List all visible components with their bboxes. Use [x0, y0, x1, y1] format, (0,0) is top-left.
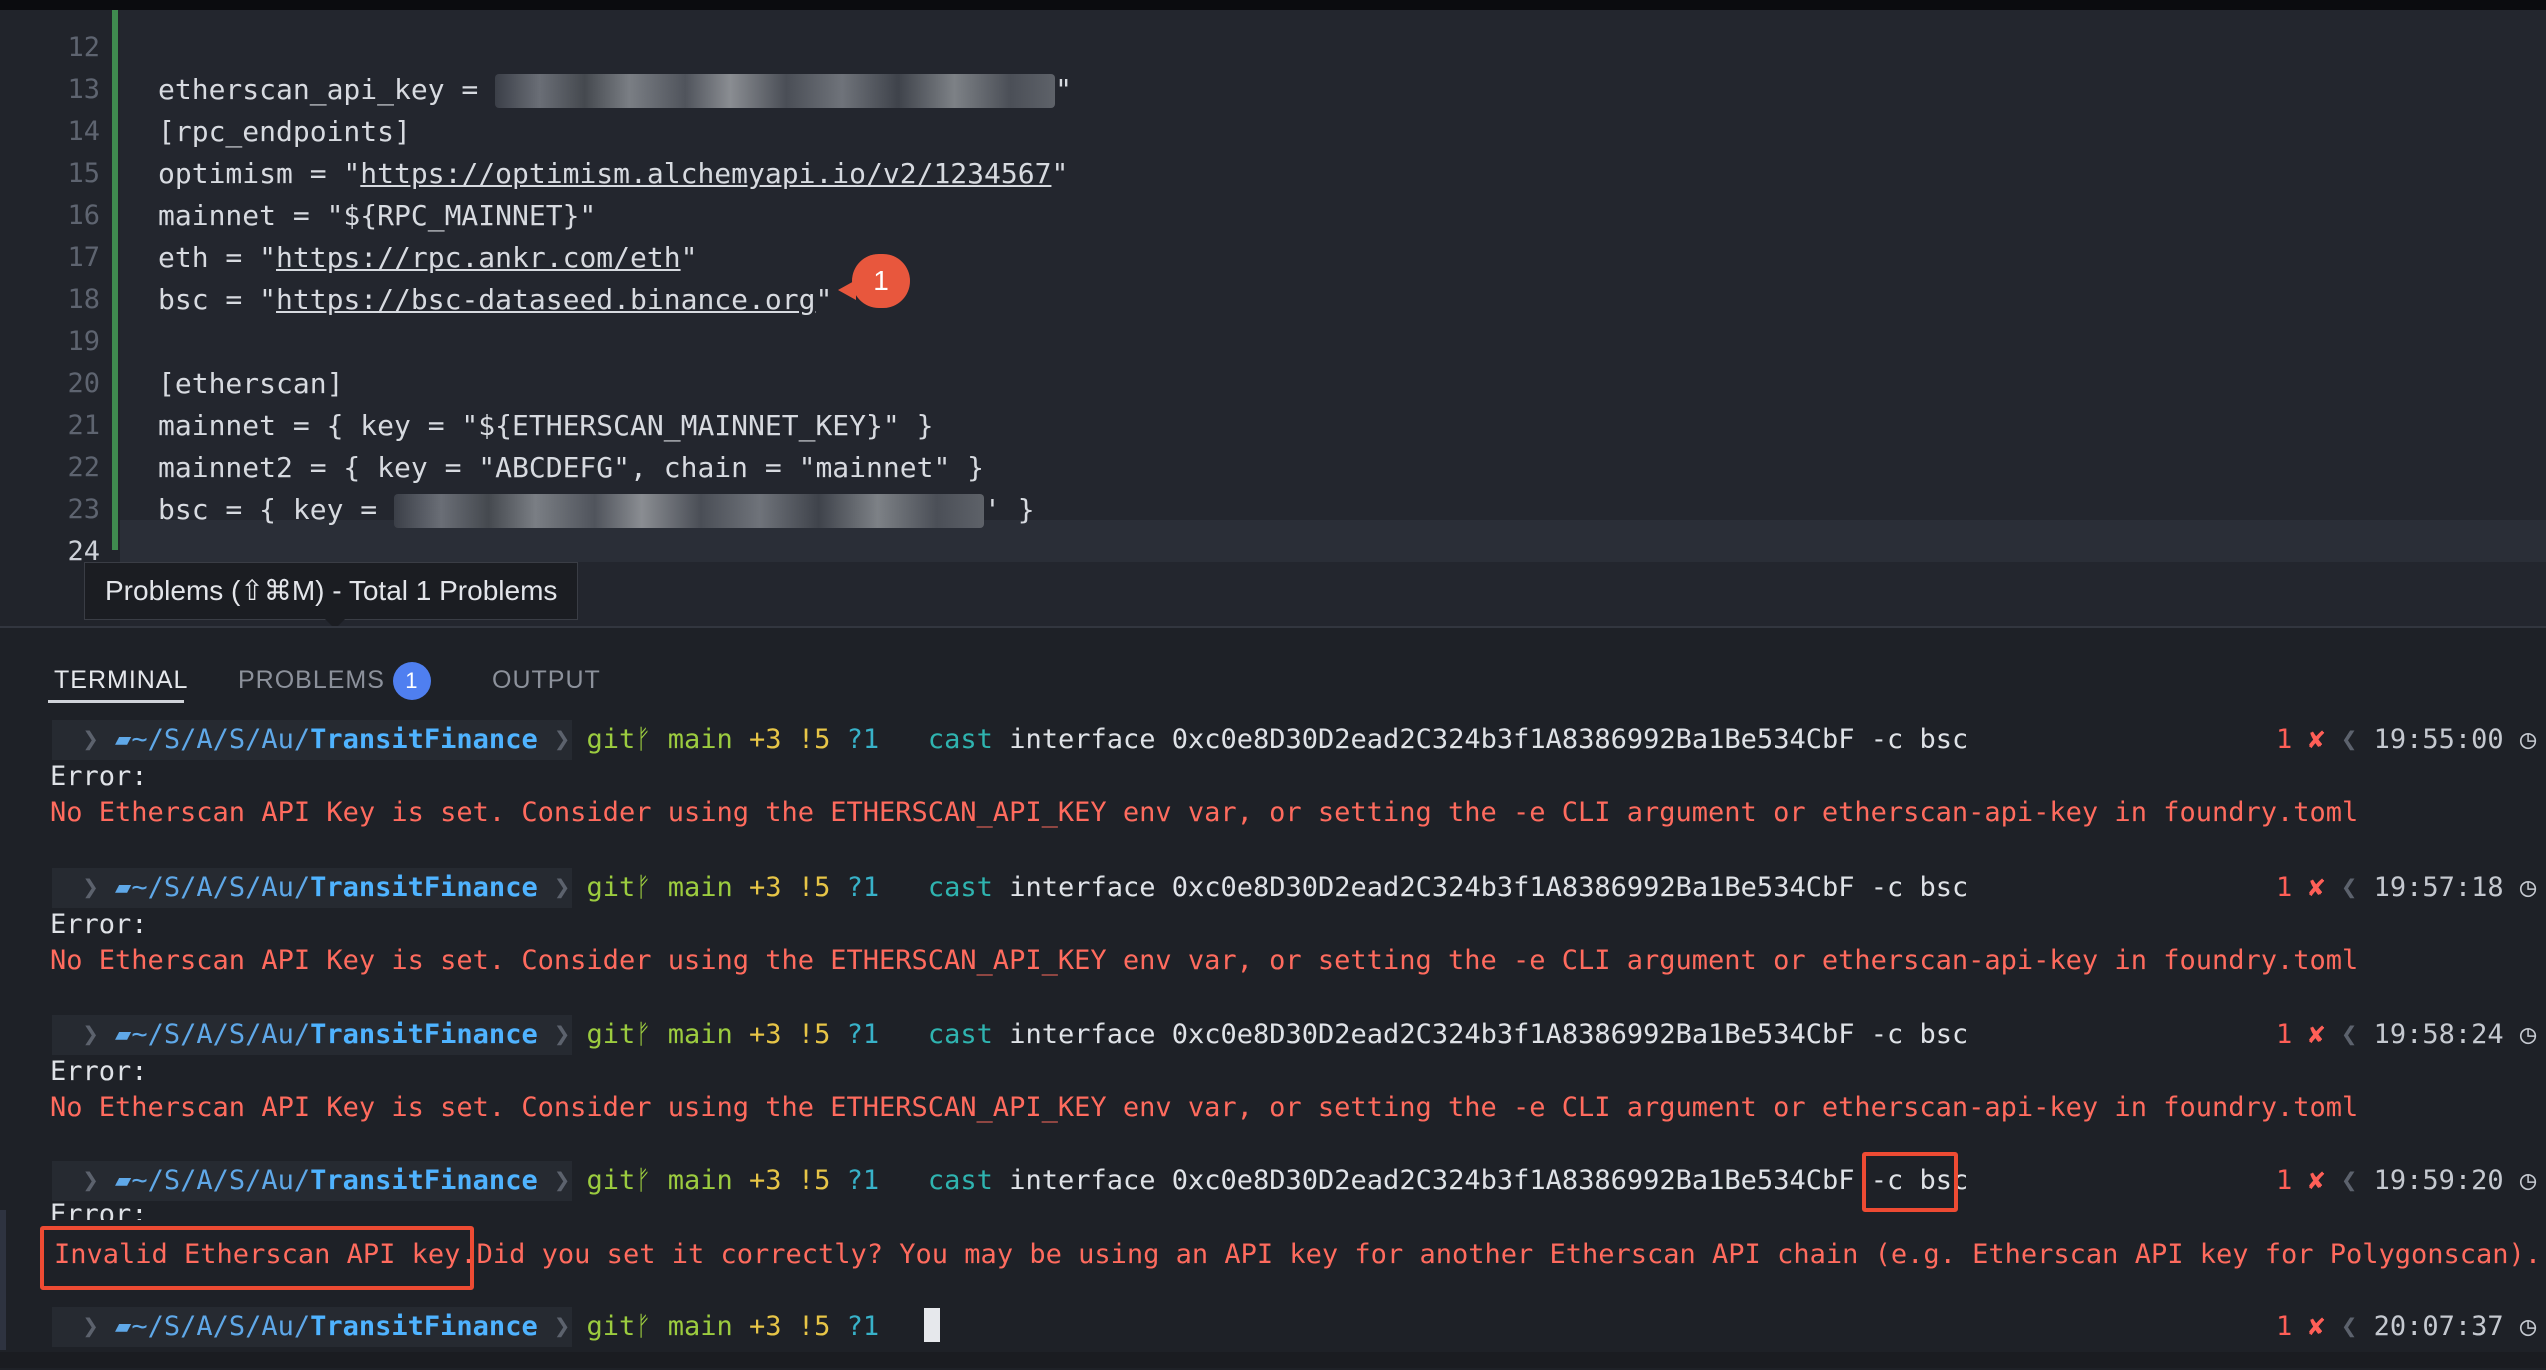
clock-icon: ◷ — [2503, 1311, 2537, 1342]
active-tab-indicator — [48, 700, 184, 703]
line-number: 18 — [67, 284, 100, 315]
line-number: 19 — [67, 326, 100, 357]
line-number: 12 — [67, 32, 100, 63]
chevron-right-icon: ❯ — [66, 1165, 116, 1196]
chevron-right-icon: ❯ — [537, 724, 587, 755]
branch-icon: ᚠ — [635, 1165, 668, 1196]
url-link[interactable]: https://rpc.ankr.com/eth — [276, 241, 681, 274]
line-number: 13 — [67, 74, 100, 105]
chevron-right-icon: ❯ — [537, 1165, 587, 1196]
folder-icon: ▰ — [115, 724, 132, 755]
error-header: Error: — [50, 1200, 148, 1220]
error-message: No Etherscan API Key is set. Consider us… — [50, 797, 2359, 828]
apple-icon — [50, 724, 66, 755]
code-line: eth = "https://rpc.ankr.com/eth" — [158, 241, 698, 274]
clock-icon: ◷ — [2503, 724, 2537, 755]
line-number: 16 — [67, 200, 100, 231]
folder-icon: ▰ — [115, 1165, 132, 1196]
apple-icon — [50, 1019, 66, 1050]
problems-count-badge: 1 — [392, 662, 431, 701]
error-header: Error: — [50, 1056, 148, 1087]
git-change-bar — [112, 10, 118, 550]
line-number: 14 — [67, 116, 100, 147]
folder-icon: ▰ — [115, 872, 132, 903]
code-editor[interactable]: 12 13 14 15 16 17 18 19 20 21 22 23 24 2… — [0, 10, 2546, 626]
code-line: bsc = { key = ' } — [158, 493, 1035, 528]
prompt-status-right: 1 ✘ ❮ 20:07:37 ◷ — [2276, 1311, 2537, 1342]
prompt-status-right: 1 ✘ ❮ 19:59:20 ◷ — [2276, 1165, 2537, 1196]
code-line: etherscan_api_key = " — [158, 73, 1073, 108]
tab-problems[interactable]: PROBLEMS 1 — [238, 658, 431, 702]
clock-icon: ◷ — [2503, 1165, 2537, 1196]
branch-icon: ᚠ — [635, 1311, 668, 1342]
highlight-box-chain — [1862, 1152, 1958, 1212]
error-header: Error: — [50, 909, 148, 940]
prompt-status-right: 1 ✘ ❮ 19:57:18 ◷ — [2276, 872, 2537, 903]
code-line: mainnet = "${RPC_MAINNET}" — [158, 199, 597, 232]
terminal-prompt-current[interactable]: ❯ ▰~/S/A/S/Au/TransitFinance ❯ gitᚠ main… — [50, 1306, 880, 1348]
terminal-prompt: ❯ ▰~/S/A/S/Au/TransitFinance ❯ gitᚠ main… — [50, 867, 1969, 909]
apple-icon — [50, 1311, 66, 1342]
line-number: 23 — [67, 494, 100, 525]
line-number-gutter: 12 13 14 15 16 17 18 19 20 21 22 23 24 2 — [0, 10, 120, 626]
chevron-right-icon: ❯ — [66, 1019, 116, 1050]
chevron-right-icon: ❯ — [537, 1019, 587, 1050]
x-icon: ✘ — [2308, 724, 2325, 755]
url-link[interactable]: https://optimism.alchemyapi.io/v2/123456… — [360, 157, 1051, 190]
terminal-prompt: ❯ ▰~/S/A/S/Au/TransitFinance ❯ gitᚠ main… — [50, 719, 1969, 761]
line-number: 15 — [67, 158, 100, 189]
line-number: 17 — [67, 242, 100, 273]
error-message: No Etherscan API Key is set. Consider us… — [50, 1092, 2359, 1123]
x-icon: ✘ — [2308, 1165, 2325, 1196]
url-link[interactable]: https://bsc-dataseed.binance.org — [276, 283, 815, 316]
branch-icon: ᚠ — [635, 724, 668, 755]
terminal-prompt: ❯ ▰~/S/A/S/Au/TransitFinance ❯ gitᚠ main… — [50, 1014, 1969, 1056]
code-line: bsc = "https://bsc-dataseed.binance.org" — [158, 283, 833, 316]
folder-icon: ▰ — [115, 1311, 132, 1342]
code-line: [rpc_endpoints] — [158, 115, 411, 148]
line-number: 21 — [67, 410, 100, 441]
branch-icon: ᚠ — [635, 1019, 668, 1050]
error-message: No Etherscan API Key is set. Consider us… — [50, 945, 2359, 976]
x-icon: ✘ — [2308, 1311, 2325, 1342]
panel-left-edge — [0, 1210, 6, 1350]
folder-icon: ▰ — [115, 1019, 132, 1050]
clock-icon: ◷ — [2503, 872, 2537, 903]
branch-icon: ᚠ — [635, 872, 668, 903]
chevron-right-icon: ❯ — [537, 1311, 587, 1342]
x-icon: ✘ — [2308, 1019, 2325, 1050]
problems-tooltip: Problems (⇧⌘M) - Total 1 Problems — [84, 562, 579, 629]
code-line: mainnet = { key = "${ETHERSCAN_MAINNET_K… — [158, 409, 934, 442]
redacted-value — [495, 74, 1056, 108]
terminal-cursor — [924, 1308, 940, 1342]
line-number: 20 — [67, 368, 100, 399]
prompt-status-right: 1 ✘ ❮ 19:55:00 ◷ — [2276, 724, 2537, 755]
code-line: mainnet2 = { key = "ABCDEFG", chain = "m… — [158, 451, 985, 484]
chevron-right-icon: ❯ — [537, 872, 587, 903]
tab-terminal[interactable]: TERMINAL — [54, 658, 188, 702]
status-bar — [0, 1352, 2546, 1368]
code-line: optimism = "https://optimism.alchemyapi.… — [158, 157, 1069, 190]
apple-icon — [50, 1165, 66, 1196]
window-top-strip — [0, 0, 2546, 10]
line-number: 22 — [67, 452, 100, 483]
chevron-right-icon: ❯ — [66, 1311, 116, 1342]
annotation-marker: 1 — [838, 254, 910, 308]
clock-icon: ◷ — [2503, 1019, 2537, 1050]
highlight-box-invalid-key — [40, 1226, 474, 1290]
chevron-right-icon: ❯ — [66, 872, 116, 903]
redacted-value — [394, 494, 985, 528]
code-line: [etherscan] — [158, 367, 344, 400]
apple-icon — [50, 872, 66, 903]
tab-output[interactable]: OUTPUT — [492, 658, 601, 702]
x-icon: ✘ — [2308, 872, 2325, 903]
chevron-right-icon: ❯ — [66, 724, 116, 755]
terminal-prompt: ❯ ▰~/S/A/S/Au/TransitFinance ❯ gitᚠ main… — [50, 1160, 1969, 1202]
prompt-status-right: 1 ✘ ❮ 19:58:24 ◷ — [2276, 1019, 2537, 1050]
error-header: Error: — [50, 761, 148, 792]
